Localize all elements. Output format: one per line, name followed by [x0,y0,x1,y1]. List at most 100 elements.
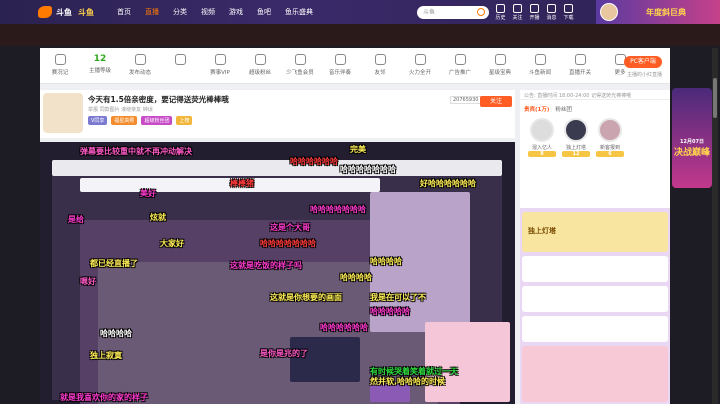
fish-icon [294,54,306,65]
toolbar-item[interactable]: 音乐伴奏 [320,48,360,83]
nested-catbar [52,160,502,176]
toolbar-item[interactable]: 火力全开 [400,48,440,83]
history-button[interactable]: 历史 [492,2,509,21]
right-sidebar: 公告: 直播时间 18:00-24:00 记得送荧光棒棒哦 贵宾(1万) 粉丝团… [520,90,670,404]
nav-live[interactable]: 直播 [138,0,166,24]
danmaku-comment: 这就是吃饭的样子吗 [230,261,302,270]
toolbar-label: 斗鱼新闻 [528,70,551,76]
anchor-avatar[interactable] [43,93,83,133]
toolbar-item[interactable]: 友邻 [360,48,400,83]
tag-vip[interactable]: V同享 [88,116,108,125]
tab-vip[interactable]: 贵宾(1万) [524,105,549,113]
tab-fans[interactable]: 粉丝团 [555,105,572,113]
nav-category[interactable]: 分类 [166,0,194,24]
notice-text: 公告: 直播时间 18:00-24:00 记得送荧光棒棒哦 [520,90,670,100]
tag-fans[interactable]: 超级粉丝团 [141,116,173,125]
toolbar-item[interactable]: 12 主播等级 [80,48,120,83]
danmaku-comment: 嗯好 [80,277,96,286]
danmaku-comment: 哈哈哈哈哈哈哈 [340,165,396,174]
toolbar-item[interactable]: 少飞鱼会员 [280,48,320,83]
fan-1[interactable]: 混入亿人 8 [528,118,556,157]
logo[interactable]: 斗鱼 斗鱼 [0,0,110,24]
download-icon [564,4,573,13]
gift-card-2[interactable] [522,256,668,282]
danmaku-comment: 哈哈哈哈哈哈哈 [260,239,316,248]
gift-card-1[interactable]: 独上灯塔 [522,212,668,252]
download-label: 下载 [563,15,574,21]
danmaku-comment: 弹幕要比较重中就不再冲动解决 [80,147,192,156]
broadcast-button[interactable]: 开播 [526,2,543,21]
toolbar-item[interactable]: 发布动态 [120,48,160,83]
news-icon [534,54,546,65]
danmaku-comment: 哈哈哈哈哈哈哈 [310,205,366,214]
logo-text: 斗鱼 [56,7,72,17]
toolbar-item[interactable]: 赛况记 [40,48,80,83]
danmaku-comment: 哈哈哈哈哈 [370,307,410,316]
fan-badge: 6 [596,151,624,157]
download-button[interactable]: 下载 [560,2,577,21]
danmaku-comment: 我是在可以了不 [370,293,426,302]
rank-panel: 贵宾(1万) 粉丝团 混入亿人 8 独上灯塔 12 新客报到 6 [520,102,670,162]
decor-band [0,24,720,46]
toolbar-label: 直播开关 [568,70,591,76]
star-icon [494,54,506,65]
danmaku-comment: 这就是你想要的画面 [270,293,342,302]
scrollbar-thumb[interactable] [713,78,717,118]
gift-card-4[interactable] [522,316,668,342]
nav-video[interactable]: 视频 [194,0,222,24]
tag-rank[interactable]: 上榜 [176,116,193,125]
toolbar-item[interactable]: 直播开关 [560,48,600,83]
follow-list-button[interactable]: 关注 [509,2,526,21]
toolbar-item[interactable] [160,48,200,83]
danmaku-comment: 哈哈哈哈 [340,273,372,282]
level-number: 12 [93,54,107,64]
avatar[interactable] [600,3,618,21]
nav-festival[interactable]: 鱼乐盛典 [278,0,320,24]
message-button[interactable]: 消息 [543,2,560,21]
promo-date: 12月07日 [680,139,704,145]
pc-client-text: 主播的小红直播 [626,72,662,78]
fan-avatar [530,118,554,142]
toolbar-item[interactable]: 广告推广 [440,48,480,83]
room-id: 20765930 [450,96,482,104]
switch-icon [574,54,586,65]
danmaku-comment: 有时候哭着笑着就过一天 [370,367,458,376]
search-input[interactable]: 斗鱼 [417,6,489,19]
nested-mascot [425,322,510,402]
tag-lucky[interactable]: 福星高照 [111,116,138,125]
fan-2[interactable]: 独上灯塔 12 [562,118,590,157]
fan-badge: 8 [528,151,556,157]
toolbar-item[interactable]: 星级宝典 [480,48,520,83]
danmaku-comment: 棒棒猪 [230,179,254,188]
nested-gift-panel [290,337,360,382]
pc-client-button[interactable]: PC客户端 [624,56,662,68]
danmaku-comment: 都已经直播了 [90,259,138,268]
stream-tags: V同享 福星高照 超级粉丝团 上榜 [88,116,193,125]
fan-3[interactable]: 新客报到 6 [596,118,624,157]
nav-home[interactable]: 首页 [110,0,138,24]
main-nav: 首页 直播 分类 视频 游戏 鱼吧 鱼乐盛典 [110,0,320,24]
scrollbar[interactable] [712,48,718,404]
toolbar-label: 星级宝典 [488,70,511,76]
stream-title: 今天有1.5倍亲密度，要记得送荧光棒棒哦 [88,95,229,104]
camera-icon [530,4,539,13]
promo-banner[interactable]: 12月07日 决战巅峰 [672,88,712,188]
toolbar-label: 超级粉丝 [248,70,271,76]
danmaku-comment: 是给 [68,215,84,224]
search-icon[interactable] [477,8,485,16]
pulse-icon [54,54,66,65]
toolbar-item[interactable]: 赛事VIP [200,48,240,83]
toolbar-label: 友邻 [374,70,386,76]
toolbar-item[interactable]: 斗鱼新闻 [520,48,560,83]
danmaku-comment: 独上寂寞 [90,351,122,360]
nav-game[interactable]: 游戏 [222,0,250,24]
promo-title: 决战巅峰 [673,148,710,158]
gift-card-3[interactable] [522,286,668,312]
danmaku-comment: 完美 [350,145,366,154]
toolbar-label: 音乐伴奏 [328,70,351,76]
follow-button[interactable]: 关注 [480,96,512,107]
video-player[interactable]: 哈哈哈哈哈哈 完美 弹幕要比较重中就不再冲动解决 哈哈哈哈哈哈哈 棒棒猪 哈哈哈哈哈哈哈好… [40,142,515,404]
nav-yuba[interactable]: 鱼吧 [250,0,278,24]
fish-logo-icon [38,6,52,18]
toolbar-item[interactable]: 超级粉丝 [240,48,280,83]
